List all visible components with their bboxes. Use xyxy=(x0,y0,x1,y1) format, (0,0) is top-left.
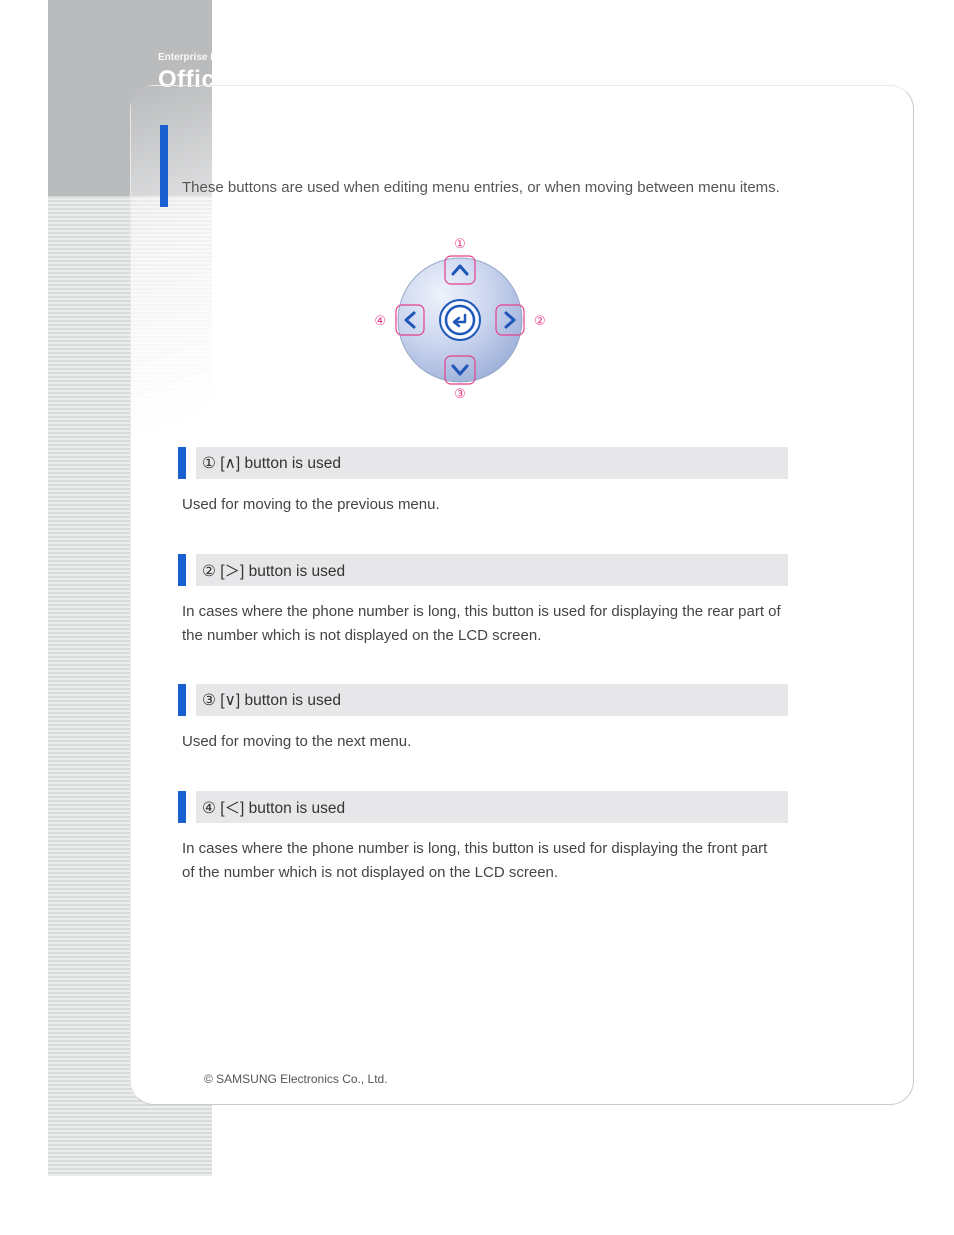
section-title: ② [＞] button is used xyxy=(196,554,788,586)
footer-copyright: © SAMSUNG Electronics Co., Ltd. xyxy=(204,1072,388,1086)
diagram-label-right: ② xyxy=(534,313,546,328)
section-accent-bar xyxy=(178,554,186,586)
diagram-label-left: ④ xyxy=(374,313,386,328)
navigation-wheel-diagram: ① ② ③ ④ xyxy=(380,240,540,400)
section-accent-bar xyxy=(178,791,186,823)
section-accent-bar xyxy=(178,684,186,716)
diagram-label-bottom: ③ xyxy=(454,386,466,401)
section-body: In cases where the phone number is long,… xyxy=(178,823,788,885)
section-title: ① [∧] button is used xyxy=(196,447,788,479)
section-body: Used for moving to the previous menu. xyxy=(178,479,788,517)
section-accent-bar xyxy=(178,447,186,479)
section-title: ③ [∨] button is used xyxy=(196,684,788,716)
section-body: Used for moving to the next menu. xyxy=(178,716,788,754)
section-body: In cases where the phone number is long,… xyxy=(178,586,788,648)
section-left-button: ④ [＜] button is used In cases where the … xyxy=(178,791,788,885)
intro-accent-bar xyxy=(160,125,168,207)
section-right-button: ② [＞] button is used In cases where the … xyxy=(178,554,788,648)
brand-tagline: Enterprise IP Solutions xyxy=(158,52,280,64)
section-title: ④ [＜] button is used xyxy=(196,791,788,823)
section-down-button: ③ [∨] button is used Used for moving to … xyxy=(178,684,788,754)
section-up-button: ① [∧] button is used Used for moving to … xyxy=(178,447,788,517)
intro-text: These buttons are used when editing menu… xyxy=(182,176,822,199)
diagram-label-top: ① xyxy=(454,236,466,251)
